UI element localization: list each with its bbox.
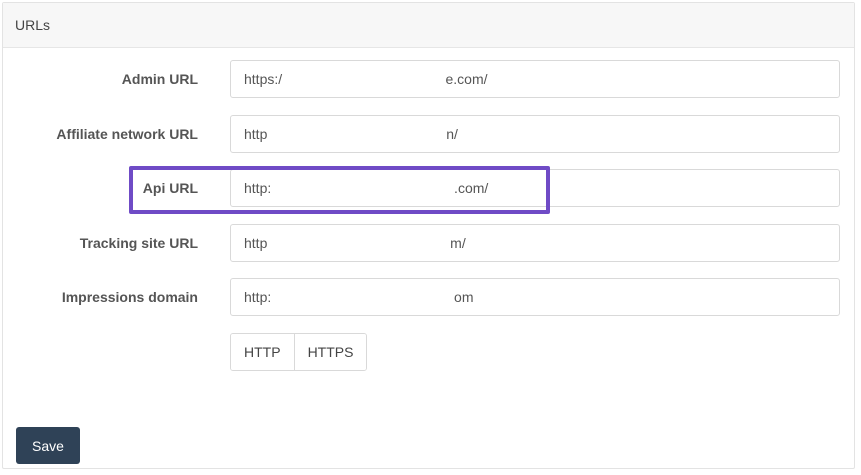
https-button[interactable]: HTTPS [293,334,367,370]
tracking-site-url-label: Tracking site URL [79,235,198,251]
panel-title: URLs [15,17,51,33]
form-row-impressions-domain: Impressions domain [3,278,854,316]
api-url-input[interactable] [230,169,840,207]
save-button[interactable]: Save [16,427,80,464]
api-url-label: Api URL [142,180,198,196]
urls-panel: URLs Admin URL Affiliate network URL Api… [2,2,855,469]
admin-url-label: Admin URL [121,71,198,87]
protocol-toggle-group: HTTP HTTPS [230,333,368,371]
panel-header: URLs [3,3,854,48]
form-row-api-url: Api URL [3,169,854,207]
impressions-domain-label: Impressions domain [61,289,198,305]
form-row-affiliate-network-url: Affiliate network URL [3,115,854,153]
affiliate-network-url-label: Affiliate network URL [56,126,198,142]
http-button[interactable]: HTTP [231,334,294,370]
tracking-site-url-input[interactable] [230,224,840,262]
admin-url-input[interactable] [230,60,840,98]
affiliate-network-url-input[interactable] [230,115,840,153]
form-row-tracking-site-url: Tracking site URL [3,224,854,262]
form-row-admin-url: Admin URL [3,60,854,98]
impressions-domain-input[interactable] [230,278,840,316]
